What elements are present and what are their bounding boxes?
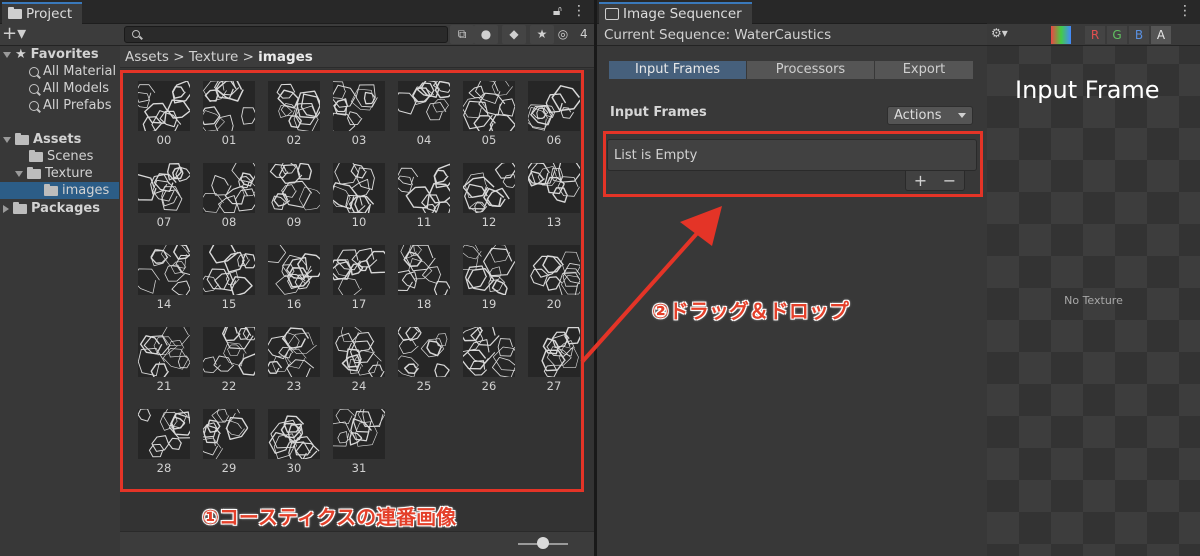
tree-item-label: Favorites (30, 47, 99, 62)
tree-item-label: Texture (45, 166, 93, 181)
zoom-slider-handle[interactable] (537, 537, 549, 549)
tab-export[interactable]: Export (875, 61, 973, 79)
sequencer-tabbar: Image Sequencer (597, 0, 987, 24)
filter-type-icon[interactable]: ● (474, 25, 498, 44)
folder-tree: ★ Favorites All Material All Models All Pref… (0, 46, 119, 556)
rgb-channel-icon[interactable] (1051, 26, 1071, 44)
preview-title: Input Frame (1015, 76, 1160, 104)
expand-arrow-icon[interactable] (3, 204, 9, 213)
tree-item-label: Packages (31, 201, 100, 216)
collapse-arrow-icon[interactable] (3, 51, 11, 58)
project-statusbar (120, 531, 594, 556)
label-filter-icon[interactable]: ◆ (502, 25, 526, 44)
preview-panel: ⋮ ⚙▾ R G B A Input Frame No Texture (987, 0, 1200, 556)
project-toolbar: +▾ ⧉ ● ◆ ★ ◎ 4 (0, 24, 594, 46)
hidden-count: 4 (580, 27, 588, 41)
tab-project-label: Project (26, 5, 73, 22)
annotation-box-input-list (603, 131, 983, 197)
more-menu-icon[interactable]: ⋮ (1178, 3, 1192, 19)
search-input[interactable] (124, 26, 448, 43)
tree-item-label: images (62, 183, 110, 198)
create-button[interactable]: +▾ (2, 25, 26, 43)
folder-icon (27, 166, 41, 179)
tree-item-images[interactable]: images (0, 182, 119, 199)
collapse-arrow-icon[interactable] (3, 136, 11, 143)
current-sequence: Current Sequence: WaterCaustics (597, 24, 987, 46)
tree-item-label: Assets (33, 132, 82, 147)
annotation-caustics-sequence: ①コースティクスの連番画像 (202, 505, 457, 529)
channel-r-toggle[interactable]: R (1085, 26, 1105, 44)
folder-icon (44, 183, 58, 196)
channel-b-toggle[interactable]: B (1129, 26, 1149, 44)
tab-image-sequencer[interactable]: Image Sequencer (599, 2, 752, 24)
tab-processors[interactable]: Processors (747, 61, 874, 79)
favorite-star-icon[interactable]: ★ (530, 25, 554, 44)
folder-icon (29, 149, 43, 162)
tab-project[interactable]: Project (2, 2, 83, 24)
hidden-eye-icon[interactable]: ◎ (556, 25, 570, 44)
no-texture-label: No Texture (1064, 294, 1123, 307)
breadcrumb-current: images (258, 49, 313, 65)
search-by-type-icon[interactable]: ⧉ (450, 25, 474, 44)
section-title: Input Frames (610, 105, 707, 120)
search-icon (29, 83, 39, 94)
image-sequencer-window: Image Sequencer Current Sequence: WaterC… (597, 0, 987, 556)
tree-item-all-material[interactable]: All Material (29, 63, 116, 80)
tree-item-label: All Material (43, 64, 117, 79)
tree-item-all-prefabs[interactable]: All Prefabs (29, 97, 112, 114)
tree-item-label: All Prefabs (43, 98, 112, 113)
search-icon (132, 30, 140, 38)
breadcrumb-texture[interactable]: Texture (189, 49, 238, 65)
breadcrumb-separator: > (242, 49, 254, 65)
actions-dropdown[interactable]: Actions (887, 106, 973, 125)
channel-g-toggle[interactable]: G (1107, 26, 1127, 44)
folder-icon (8, 7, 22, 19)
folder-icon (15, 132, 29, 145)
channel-a-toggle[interactable]: A (1151, 26, 1171, 44)
star-icon: ★ (15, 47, 27, 62)
tree-item-texture[interactable]: Texture (15, 165, 93, 182)
search-icon (29, 100, 39, 111)
tree-item-packages[interactable]: Packages (3, 200, 100, 217)
collapse-arrow-icon[interactable] (15, 170, 23, 177)
tree-item-scenes[interactable]: Scenes (29, 148, 93, 165)
actions-label: Actions (894, 108, 942, 123)
preview-toolbar: ⚙▾ R G B A (987, 24, 1200, 46)
image-sequencer-icon (605, 8, 619, 20)
tree-item-favorites[interactable]: ★ Favorites (3, 46, 99, 63)
breadcrumb: Assets > Texture > images (120, 46, 594, 68)
tree-item-assets[interactable]: Assets (3, 131, 81, 148)
chevron-down-icon (958, 113, 966, 118)
lock-icon[interactable]: 🔓︎ (553, 3, 562, 19)
tree-item-label: All Models (43, 81, 110, 96)
search-icon (29, 66, 39, 77)
tab-image-sequencer-label: Image Sequencer (623, 5, 742, 22)
breadcrumb-separator: > (173, 49, 185, 65)
annotation-drag-drop: ②ドラッグ＆ドロップ (652, 299, 849, 323)
project-tabbar: Project 🔓︎ ⋮ (0, 0, 594, 24)
preview-tabbar: ⋮ (987, 0, 1200, 24)
annotation-box-assets (120, 70, 584, 492)
tree-item-all-models[interactable]: All Models (29, 80, 109, 97)
folder-icon (13, 201, 27, 214)
view-options-icon[interactable]: ⚙▾ (991, 26, 1008, 40)
tree-item-label: Scenes (47, 149, 94, 164)
tab-input-frames[interactable]: Input Frames (609, 61, 746, 79)
breadcrumb-assets[interactable]: Assets (125, 49, 169, 65)
more-menu-icon[interactable]: ⋮ (572, 3, 586, 19)
